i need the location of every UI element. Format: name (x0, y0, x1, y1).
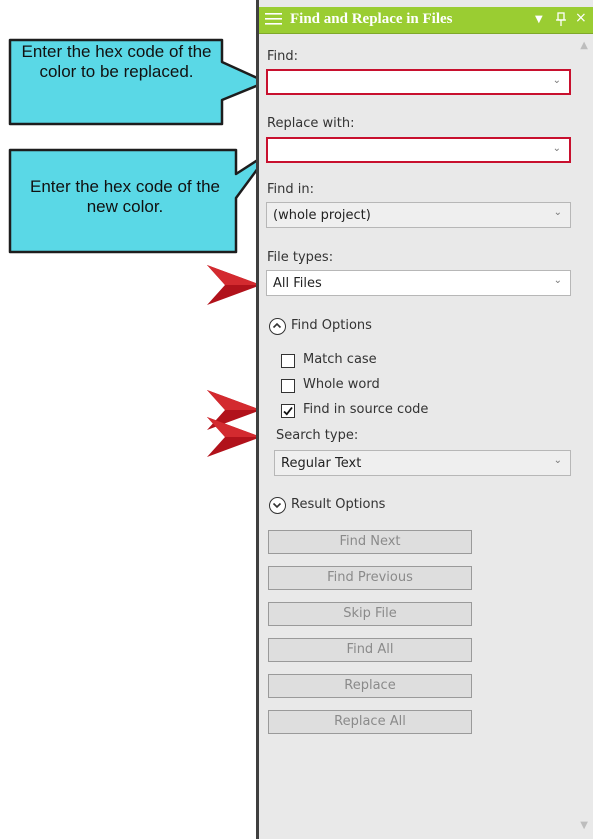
panel-title-bar: Find and Replace in Files ▼ × (259, 7, 593, 34)
dropdown-icon[interactable]: ▼ (535, 12, 543, 28)
scroll-up-icon[interactable]: ▲ (580, 40, 588, 51)
find-all-button[interactable]: Find All (268, 638, 472, 662)
whole-word-checkbox[interactable] (281, 379, 295, 393)
search-type-label: Search type: (276, 428, 359, 443)
find-input[interactable]: ⌄ (266, 69, 571, 95)
file-types-select[interactable]: All Files ⌄ (266, 270, 571, 296)
find-previous-button[interactable]: Find Previous (268, 566, 472, 590)
find-in-source-code-label[interactable]: Find in source code (303, 402, 428, 417)
pin-icon[interactable] (556, 12, 566, 26)
file-types-label: File types: (267, 250, 334, 265)
replace-callout-text: Enter the hex code of the new color. (30, 177, 220, 216)
scroll-down-icon[interactable]: ▼ (580, 820, 588, 831)
chevron-down-icon[interactable]: ⌄ (554, 207, 562, 218)
replace-label: Replace with: (267, 116, 355, 131)
search-type-value: Regular Text (281, 456, 362, 471)
menu-icon[interactable] (265, 12, 282, 26)
match-case-label[interactable]: Match case (303, 352, 377, 367)
chevron-down-icon[interactable]: ⌄ (554, 455, 562, 466)
skip-file-button[interactable]: Skip File (268, 602, 472, 626)
result-options-header[interactable]: Result Options (291, 497, 385, 512)
chevron-down-icon[interactable]: ⌄ (553, 75, 561, 86)
find-callout: Enter the hex code of the color to be re… (0, 0, 280, 130)
file-types-value: All Files (273, 276, 322, 291)
find-in-value: (whole project) (273, 208, 371, 223)
expand-result-options-icon[interactable] (269, 497, 286, 514)
find-replace-panel: Find and Replace in Files ▼ × ▲ ▼ Find: … (256, 0, 593, 839)
replace-callout: Enter the hex code of the new color. (0, 140, 290, 260)
whole-word-label[interactable]: Whole word (303, 377, 380, 392)
chevron-down-icon[interactable]: ⌄ (554, 275, 562, 286)
find-callout-text: Enter the hex code of the color to be re… (21, 42, 212, 81)
replace-input[interactable]: ⌄ (266, 137, 571, 163)
find-label: Find: (267, 49, 299, 64)
match-case-checkbox[interactable] (281, 354, 295, 368)
collapse-find-options-icon[interactable] (269, 318, 286, 335)
find-in-select[interactable]: (whole project) ⌄ (266, 202, 571, 228)
replace-all-button[interactable]: Replace All (268, 710, 472, 734)
find-in-label: Find in: (267, 182, 314, 197)
chevron-down-icon[interactable]: ⌄ (553, 143, 561, 154)
find-in-source-code-checkbox[interactable] (281, 404, 295, 418)
search-type-select[interactable]: Regular Text ⌄ (274, 450, 571, 476)
checkmark-icon (283, 406, 293, 416)
replace-button[interactable]: Replace (268, 674, 472, 698)
panel-title: Find and Replace in Files (290, 11, 453, 27)
find-options-header[interactable]: Find Options (291, 318, 372, 333)
find-next-button[interactable]: Find Next (268, 530, 472, 554)
close-icon[interactable]: × (575, 10, 587, 26)
